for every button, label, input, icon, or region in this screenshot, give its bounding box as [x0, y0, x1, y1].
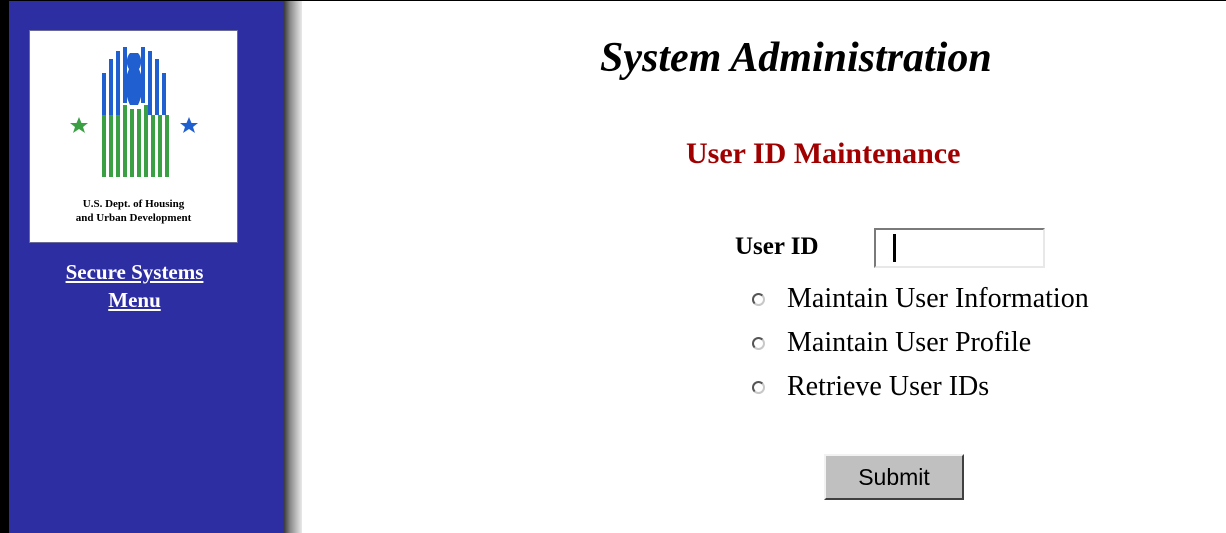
submit-button[interactable]: Submit [824, 454, 964, 500]
radio-maintain-user-information[interactable] [752, 292, 765, 306]
sidebar-shadow-divider [284, 1, 302, 533]
option-maintain-user-profile[interactable]: Maintain User Profile [752, 326, 1031, 360]
logo-caption: U.S. Dept. of Housing and Urban Developm… [30, 197, 237, 225]
menu-link-line2: Menu [108, 288, 161, 312]
option-label: Maintain User Information [787, 283, 1089, 314]
option-label: Retrieve User IDs [787, 371, 990, 402]
hud-seal-icon [70, 47, 198, 177]
userid-input[interactable] [874, 228, 1045, 268]
radio-maintain-user-profile[interactable] [752, 336, 765, 350]
menu-link-line1: Secure Systems [65, 260, 204, 284]
secure-systems-menu-link[interactable]: Secure Systems Menu [9, 258, 260, 314]
logo-caption-line1: U.S. Dept. of Housing [82, 198, 185, 210]
section-title: User ID Maintenance [686, 137, 961, 170]
page-title: System Administration [600, 35, 992, 81]
userid-label: User ID [735, 233, 819, 260]
option-retrieve-user-ids[interactable]: Retrieve User IDs [752, 370, 989, 404]
option-maintain-user-information[interactable]: Maintain User Information [752, 282, 1089, 316]
logo-caption-line2: and Urban Development [75, 212, 192, 224]
option-label: Maintain User Profile [787, 327, 1032, 358]
text-caret [893, 234, 896, 262]
radio-retrieve-user-ids[interactable] [752, 380, 765, 394]
hud-logo: U.S. Dept. of Housing and Urban Developm… [29, 30, 238, 243]
